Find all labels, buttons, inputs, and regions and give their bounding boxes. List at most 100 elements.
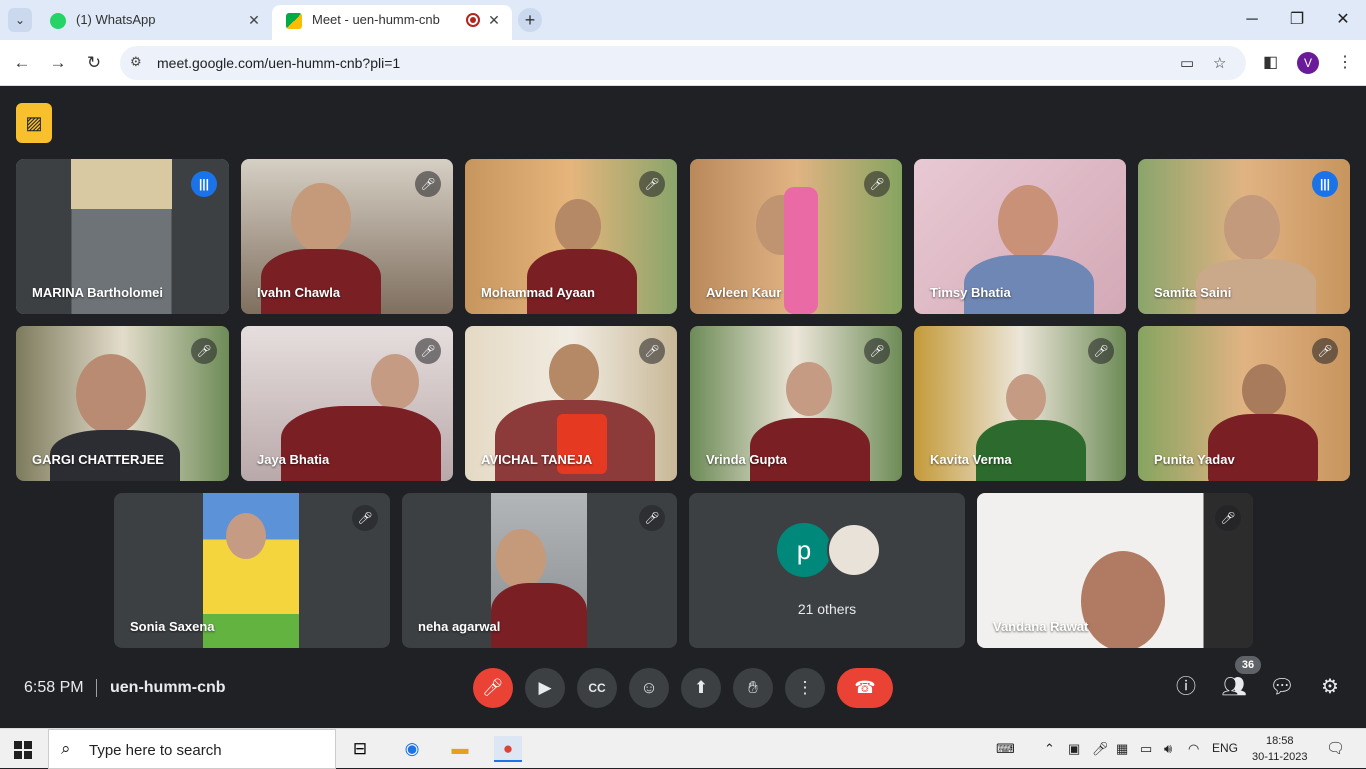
participant-tile[interactable]: 🎤︎ GARGI CHATTERJEE [16, 326, 229, 481]
others-avatar: p [777, 523, 831, 577]
forward-button[interactable]: → [46, 51, 70, 75]
participant-tile[interactable]: 🎤︎ Punita Yadav [1138, 326, 1350, 481]
participant-name: Vrinda Gupta [706, 452, 787, 467]
close-tab-icon[interactable]: ✕ [486, 12, 502, 28]
url-text[interactable]: meet.google.com/uen-humm-cnb?pli=1 [157, 55, 400, 71]
wifi-icon[interactable]: ◠ [1188, 741, 1199, 757]
others-tile[interactable]: p 21 others [689, 493, 965, 648]
back-button[interactable]: ← [10, 51, 34, 75]
whatsapp-icon [50, 13, 66, 29]
muted-mic-icon: 🎤︎ [415, 171, 441, 197]
participant-tile[interactable]: 🎤︎ AVICHAL TANEJA [465, 326, 677, 481]
reload-button[interactable]: ↻ [82, 51, 106, 75]
participant-name: Kavita Verma [930, 452, 1012, 467]
meet-tray-icon[interactable]: ▣ [1068, 741, 1080, 757]
participant-name: AVICHAL TANEJA [481, 452, 593, 467]
muted-mic-icon: 🎤︎ [352, 505, 378, 531]
windows-taskbar: ⌕ Type here to search ⊟ ◉ ▬ ● ⌨ ⌃ ▣ 🎤︎ ▦… [0, 728, 1366, 769]
close-window-button[interactable]: ✕ [1331, 8, 1355, 32]
camera-button[interactable]: ▶ [525, 668, 565, 708]
taskbar-clock[interactable]: 18:58 30-11-2023 [1252, 733, 1307, 765]
participant-name: neha agarwal [418, 619, 501, 634]
muted-mic-icon: 🎤︎ [864, 338, 890, 364]
restore-button[interactable]: ❐ [1285, 8, 1309, 32]
participant-tile[interactable]: 🎤︎ Sonia Saxena [114, 493, 390, 648]
participant-tile[interactable]: 🎤︎ Avleen Kaur [690, 159, 902, 314]
tab-meet[interactable]: Meet - uen-humm-cnb ✕ [272, 5, 512, 40]
close-tab-icon[interactable]: ✕ [246, 12, 262, 28]
leave-call-button[interactable]: ☎︎ [837, 668, 893, 708]
captions-button[interactable]: CC [577, 668, 617, 708]
participant-name: Timsy Bhatia [930, 285, 1011, 300]
muted-mic-icon: 🎤︎ [1215, 505, 1241, 531]
browser-menu-icon[interactable]: ⋮ [1337, 52, 1353, 72]
tab-title: (1) WhatsApp [76, 12, 156, 27]
participant-name: Avleen Kaur [706, 285, 782, 300]
muted-mic-icon: 🎤︎ [415, 338, 441, 364]
taskbar-date: 30-11-2023 [1252, 751, 1308, 763]
meeting-code: uen-humm-cnb [110, 679, 226, 696]
participant-tile[interactable]: 🎤︎ Mohammad Ayaan [465, 159, 677, 314]
taskbar-search-box[interactable]: ⌕ Type here to search [48, 729, 336, 769]
muted-mic-icon: 🎤︎ [639, 171, 665, 197]
muted-mic-icon: 🎤︎ [191, 338, 217, 364]
participant-tile[interactable]: 🎤︎ Ivahn Chawla [241, 159, 453, 314]
people-count-badge: 36 [1235, 656, 1261, 674]
notifications-icon[interactable]: 🗨︎ [1326, 739, 1345, 757]
participant-tile[interactable]: Timsy Bhatia [914, 159, 1126, 314]
new-tab-button[interactable]: + [518, 8, 542, 32]
more-options-button[interactable]: ⋮ [785, 668, 825, 708]
people-icon[interactable]: 👥︎ [1220, 673, 1248, 701]
muted-mic-icon: 🎤︎ [639, 505, 665, 531]
search-placeholder: Type here to search [89, 742, 222, 759]
reactions-button[interactable]: ☺ [629, 668, 669, 708]
participant-name: Mohammad Ayaan [481, 285, 595, 300]
side-panel-icon[interactable]: ◧ [1263, 52, 1278, 72]
mic-off-button[interactable]: 🎤︎ [473, 668, 513, 708]
participant-tile[interactable]: 🎤︎ Vrinda Gupta [690, 326, 902, 481]
network-icon[interactable]: ▦ [1116, 741, 1128, 757]
chrome-icon[interactable]: ● [494, 736, 522, 762]
participant-name: Vandana Rawat [993, 619, 1089, 634]
tab-search-dropdown[interactable]: ⌄ [8, 8, 32, 32]
battery-icon[interactable]: ▭ [1140, 741, 1152, 757]
language-indicator[interactable]: ENG [1212, 741, 1238, 755]
camera-icon[interactable]: ▭ [1180, 54, 1194, 72]
activities-icon[interactable]: ⚙ [1316, 673, 1344, 701]
keyboard-icon[interactable]: ⌨ [996, 741, 1015, 757]
address-bar[interactable]: ⚙ meet.google.com/uen-humm-cnb?pli=1 ▭ ☆ [120, 46, 1246, 80]
microphone-tray-icon[interactable]: 🎤︎ [1092, 741, 1109, 757]
muted-mic-icon: 🎤︎ [1312, 338, 1338, 364]
meeting-info-icon[interactable]: ⓘ [1172, 673, 1200, 701]
participant-name: GARGI CHATTERJEE [32, 452, 164, 467]
file-explorer-icon[interactable]: ▬ [446, 736, 474, 762]
browser-toolbar: ← → ↻ ⚙ meet.google.com/uen-humm-cnb?pli… [0, 40, 1366, 86]
profile-avatar[interactable]: V [1297, 52, 1319, 74]
show-hidden-icons[interactable]: ⌃ [1044, 741, 1055, 757]
participant-tile[interactable]: ||| MARINA Bartholomei [16, 159, 229, 314]
participant-name: Samita Saini [1154, 285, 1232, 300]
bookmark-star-icon[interactable]: ☆ [1213, 54, 1226, 72]
participant-tile[interactable]: 🎤︎ Vandana Rawat [977, 493, 1253, 648]
others-avatar-photo [827, 523, 881, 577]
speaking-indicator-icon: ||| [191, 171, 217, 197]
muted-mic-icon: 🎤︎ [1088, 338, 1114, 364]
no-video-warning-icon[interactable]: ▨ [16, 103, 52, 143]
volume-icon[interactable]: 🔊︎ [1164, 741, 1172, 757]
raise-hand-button[interactable]: ✋︎ [733, 668, 773, 708]
chat-icon[interactable]: 💬︎ [1268, 673, 1296, 701]
participant-tile[interactable]: 🎤︎ Kavita Verma [914, 326, 1126, 481]
site-info-icon[interactable]: ⚙ [130, 54, 142, 70]
windows-start-icon[interactable] [14, 741, 32, 759]
present-button[interactable]: ⬆ [681, 668, 721, 708]
participant-tile[interactable]: 🎤︎ Jaya Bhatia [241, 326, 453, 481]
participant-name: Punita Yadav [1154, 452, 1235, 467]
tab-whatsapp[interactable]: (1) WhatsApp ✕ [36, 5, 272, 40]
minimize-button[interactable]: ─ [1240, 8, 1264, 32]
task-view-icon[interactable]: ⊟ [346, 736, 374, 762]
participant-tile[interactable]: 🎤︎ neha agarwal [402, 493, 677, 648]
meeting-time: 6:58 PM [24, 679, 84, 696]
participant-tile[interactable]: ||| Samita Saini [1138, 159, 1350, 314]
edge-icon[interactable]: ◉ [398, 736, 426, 762]
participant-name: MARINA Bartholomei [32, 285, 163, 300]
